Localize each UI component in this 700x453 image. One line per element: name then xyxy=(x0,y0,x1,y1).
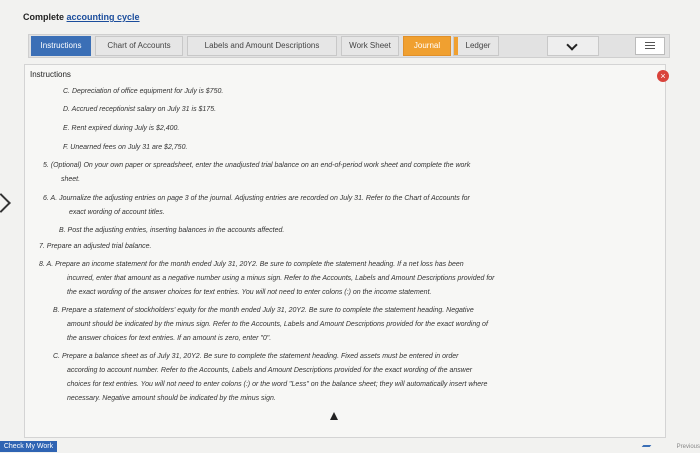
page-title-link[interactable]: accounting cycle xyxy=(67,12,140,22)
instruction-line: amount should be indicated by the minus … xyxy=(67,321,488,328)
tab-journal[interactable]: Journal xyxy=(403,36,451,56)
panel-title: Instructions xyxy=(30,70,71,79)
instruction-line: E. Rent expired during July is $2,400. xyxy=(63,125,180,132)
close-icon[interactable]: × xyxy=(657,70,669,82)
chevron-left-icon[interactable] xyxy=(0,193,11,213)
instruction-line: exact wording of account titles. xyxy=(69,209,165,216)
instruction-line: D. Accrued receptionist salary on July 3… xyxy=(63,106,217,113)
tab-ledger[interactable]: Ledger xyxy=(453,36,499,56)
instruction-line: 7. Prepare an adjusted trial balance. xyxy=(39,243,152,250)
page-title: Complete accounting cycle xyxy=(23,12,140,22)
instructions-panel: Instructions × C. Depreciation of office… xyxy=(24,64,669,438)
previous-button[interactable]: Previous xyxy=(640,444,700,452)
instruction-line: sheet. xyxy=(61,176,81,183)
instruction-line: C. Depreciation of office equipment for … xyxy=(63,88,224,95)
tab-labels-and-amount-descriptions[interactable]: Labels and Amount Descriptions xyxy=(187,36,337,56)
instruction-line: incurred, enter that amount as a negativ… xyxy=(67,275,495,282)
instruction-line: 6. A. Journalize the adjusting entries o… xyxy=(43,195,470,202)
instruction-line: the answer choices for text entries. If … xyxy=(67,335,272,342)
instruction-line: B. Prepare a statement of stockholders' … xyxy=(53,307,474,314)
instruction-line: F. Unearned fees on July 31 are $2,750. xyxy=(63,144,188,151)
instruction-line: according to account number. Refer to th… xyxy=(67,367,473,374)
mouse-cursor-icon xyxy=(330,412,338,420)
chevron-down-icon xyxy=(566,39,578,51)
page-title-prefix: Complete xyxy=(23,12,65,22)
instruction-line: 8. A. Prepare an income statement for th… xyxy=(39,261,464,268)
instruction-line: the exact wording of the answer choices … xyxy=(67,289,432,296)
check-my-work-button[interactable]: Check My Work xyxy=(0,441,57,452)
instruction-line: 5. (Optional) On your own paper or sprea… xyxy=(43,162,471,169)
tab-chart-of-accounts[interactable]: Chart of Accounts xyxy=(95,36,183,56)
instruction-line: B. Post the adjusting entries, inserting… xyxy=(59,227,285,234)
instruction-line: C. Prepare a balance sheet as of July 31… xyxy=(53,353,459,360)
instruction-line: choices for text entries. You will not n… xyxy=(67,381,488,388)
instruction-line: necessary. Negative amount should be ind… xyxy=(67,395,276,402)
menu-button[interactable] xyxy=(635,37,665,55)
menu-icon xyxy=(645,42,655,43)
tab-instructions[interactable]: Instructions xyxy=(31,36,91,56)
tab-bar: Instructions Chart of Accounts Labels an… xyxy=(28,34,670,58)
tab-work-sheet[interactable]: Work Sheet xyxy=(341,36,399,56)
tab-dropdown[interactable] xyxy=(547,36,599,56)
